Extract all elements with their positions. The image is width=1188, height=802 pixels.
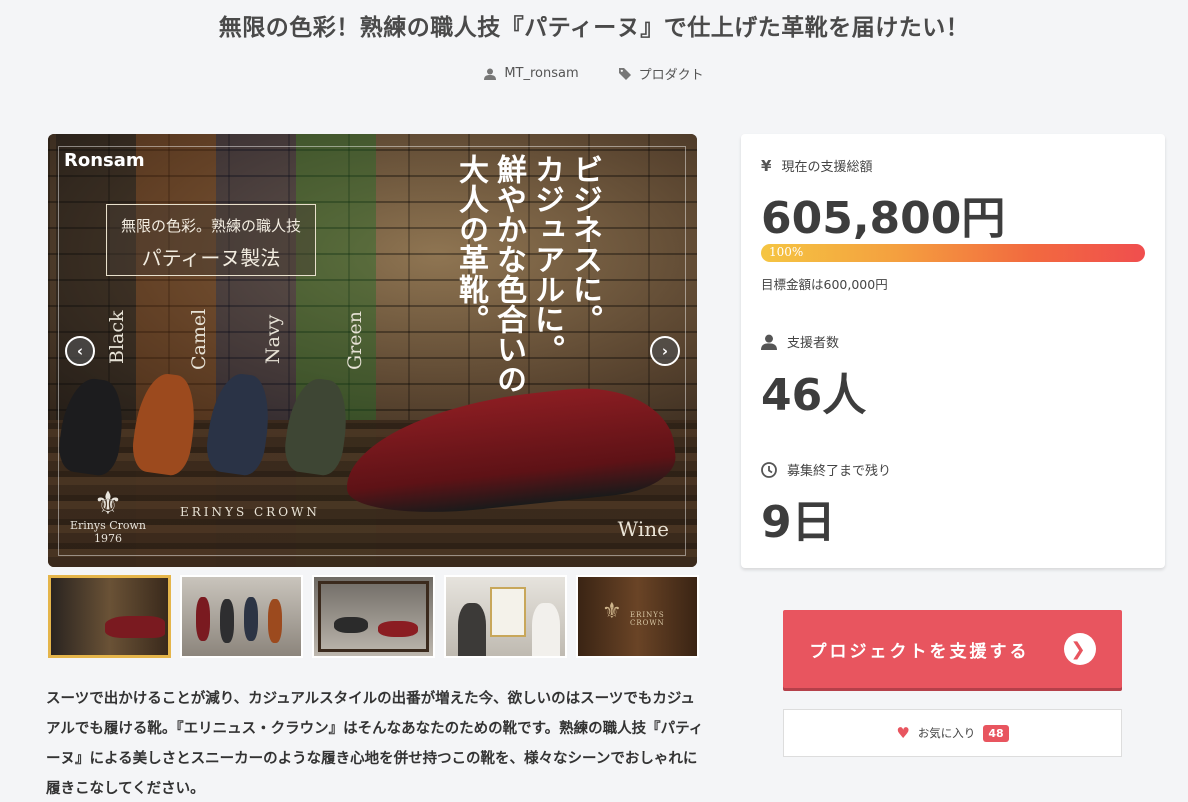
support-button-label: プロジェクトを支援する [809, 641, 1030, 662]
author-link[interactable]: MT_ronsam [484, 64, 579, 83]
crest-logo: ⚜ Erinys Crown 1976 [68, 487, 148, 545]
hero-carousel[interactable]: Ronsam 無限の色彩。熟練の職人技 パティーヌ製法 Black Camel … [48, 134, 697, 567]
person-icon [761, 334, 777, 350]
crest-year: 1976 [94, 532, 122, 545]
favorite-button[interactable]: ♥ お気に入り 48 [783, 709, 1122, 757]
fleur-icon: ⚜ [93, 484, 123, 522]
goal-amount: 目標金額は600,000円 [761, 277, 888, 292]
remaining-value: 9日 [761, 497, 836, 548]
color-label-navy: Navy [262, 314, 284, 364]
project-meta: MT_ronsam プロダクト [0, 64, 1188, 83]
thumbnail-2[interactable] [180, 575, 303, 658]
funding-progress-bar: 100% [761, 244, 1145, 262]
supporters-label-text: 支援者数 [787, 336, 840, 351]
total-funding-label-text: 現在の支援総額 [781, 160, 873, 175]
patina-banner: 無限の色彩。熟練の職人技 パティーヌ製法 [106, 204, 316, 276]
color-label-green: Green [344, 311, 366, 370]
support-project-button[interactable]: プロジェクトを支援する ❯ [783, 610, 1122, 688]
total-funding-label: ¥ 現在の支援総額 [761, 156, 873, 176]
category-link[interactable]: プロダクト [618, 64, 704, 83]
thumbnail-5-wordmark: ERINYS CROWN [630, 611, 665, 627]
color-label-wine: Wine [617, 517, 669, 541]
copy-line-2: カジュアルに。 [529, 154, 564, 364]
thumbnail-3[interactable] [312, 575, 435, 658]
project-description: スーツで出かけることが減り、カジュアルスタイルの出番が増えた今、欲しいのはスーツ… [46, 691, 704, 797]
prev-slide-button[interactable]: ‹ [65, 336, 95, 366]
user-icon [484, 68, 497, 80]
crest-name: Erinys Crown [69, 519, 147, 532]
clock-icon [761, 461, 777, 478]
copy-line-3: 鮮やかな色合いの [491, 154, 526, 394]
thumbnail-1[interactable] [48, 575, 171, 658]
erinys-wordmark: ERINYS CROWN [180, 505, 320, 519]
fleur-icon: ⚜ [602, 599, 622, 624]
next-slide-button[interactable]: › [650, 336, 680, 366]
category-name: プロダクト [638, 68, 704, 83]
thumbnail-5[interactable]: ⚜ ERINYS CROWN [576, 575, 699, 658]
heart-icon: ♥ [896, 724, 910, 742]
thumbnail-4[interactable] [444, 575, 567, 658]
color-label-camel: Camel [188, 308, 210, 370]
supporters-label: 支援者数 [761, 332, 839, 351]
funding-stats-card: ¥ 現在の支援総額 605,800円 100% 目標金額は600,000円 支援… [741, 134, 1165, 568]
thumbnail-strip: ⚜ ERINYS CROWN [48, 575, 699, 658]
author-name: MT_ronsam [504, 66, 579, 81]
favorite-label: お気に入り [917, 726, 976, 740]
brand-logo: Ronsam [64, 150, 145, 171]
supporters-value: 46人 [761, 370, 867, 421]
tag-icon [618, 67, 631, 80]
chevron-right-icon: ❯ [1063, 633, 1096, 665]
copy-line-4: 大人の革靴。 [453, 154, 488, 334]
remaining-label: 募集終了まで残り [761, 460, 891, 479]
color-label-black: Black [106, 310, 128, 364]
project-title: 無限の色彩！熟練の職人技『パティーヌ』で仕上げた革靴を届けたい！ [218, 15, 970, 41]
yen-icon: ¥ [761, 156, 772, 175]
remaining-label-text: 募集終了まで残り [787, 464, 892, 479]
patina-line-2: パティーヌ製法 [141, 246, 281, 270]
progress-percent-text: 100% [769, 245, 804, 259]
favorite-count-badge: 48 [983, 724, 1009, 742]
copy-line-1: ビジネスに。 [567, 154, 602, 334]
total-funding-value: 605,800円 [761, 193, 1006, 244]
patina-line-1: 無限の色彩。熟練の職人技 [120, 217, 301, 235]
